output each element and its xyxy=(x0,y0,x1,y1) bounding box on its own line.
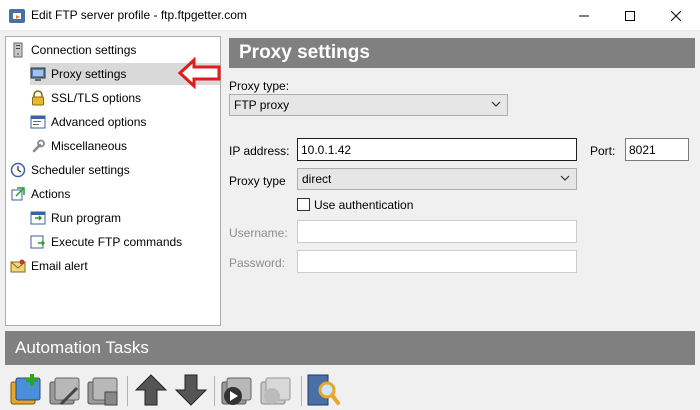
edit-task-icon[interactable] xyxy=(47,372,83,408)
window-title: Edit FTP server profile - ftp.ftpgetter.… xyxy=(31,8,247,22)
tree-item-label: Actions xyxy=(31,187,71,201)
tree-item-label: Miscellaneous xyxy=(51,139,128,153)
tree-item-label: Scheduler settings xyxy=(31,163,130,177)
run-task-icon[interactable] xyxy=(219,372,255,408)
toolbar-separator xyxy=(127,376,128,406)
actions-icon xyxy=(11,187,25,201)
automation-tasks-header: Automation Tasks xyxy=(5,331,695,365)
password-input[interactable] xyxy=(297,250,577,273)
automation-toolbar xyxy=(5,368,695,410)
username-label: Username: xyxy=(229,226,288,240)
close-button[interactable] xyxy=(653,0,699,31)
run-program-icon xyxy=(30,211,46,225)
tree-item-run-program[interactable]: Run program xyxy=(30,207,121,229)
tree-item-label: Proxy settings xyxy=(51,67,127,81)
chevron-down-icon xyxy=(560,175,570,181)
lock-icon xyxy=(32,90,44,106)
proxy-type-label: Proxy type: xyxy=(229,79,290,93)
tree-item-execute-ftp-commands[interactable]: Execute FTP commands xyxy=(30,231,182,253)
clock-icon xyxy=(10,162,26,178)
monitor-icon xyxy=(30,67,46,81)
tree-item-label: Email alert xyxy=(31,259,88,273)
ip-address-input[interactable] xyxy=(297,138,577,161)
proxy-type-value: FTP proxy xyxy=(234,98,290,112)
port-label: Port: xyxy=(590,144,616,158)
move-up-icon[interactable] xyxy=(133,372,169,408)
password-label: Password: xyxy=(229,256,286,270)
server-icon xyxy=(13,42,23,58)
view-log-icon[interactable] xyxy=(305,372,341,408)
email-alert-icon xyxy=(10,259,26,273)
tree-item-email-alert[interactable]: Email alert xyxy=(10,255,88,277)
proxy-type-2-select[interactable]: direct xyxy=(297,168,577,190)
wrench-icon xyxy=(32,139,45,153)
tree-item-miscellaneous[interactable]: Miscellaneous xyxy=(30,135,127,157)
close-icon xyxy=(671,10,681,21)
execute-commands-icon xyxy=(30,235,46,249)
username-input[interactable] xyxy=(297,220,577,243)
ip-address-label: IP address: xyxy=(229,144,290,158)
port-input[interactable] xyxy=(625,138,689,161)
tree-item-label: Execute FTP commands xyxy=(51,235,183,249)
tree-item-label: Run program xyxy=(51,211,122,225)
options-window-icon xyxy=(30,115,46,129)
app-icon xyxy=(9,9,25,23)
tree-item-scheduler-settings[interactable]: Scheduler settings xyxy=(10,159,130,181)
red-arrow-icon xyxy=(178,57,221,89)
maximize-icon xyxy=(625,10,635,21)
add-task-icon[interactable] xyxy=(8,372,44,408)
minimize-button[interactable] xyxy=(561,0,607,31)
proxy-type-2-label: Proxy type xyxy=(229,174,286,188)
stop-task-icon[interactable] xyxy=(258,372,294,408)
chevron-down-icon xyxy=(491,101,501,107)
tree-item-ssl-tls-options[interactable]: SSL/TLS options xyxy=(30,87,141,109)
use-authentication-checkbox[interactable] xyxy=(297,198,310,211)
tree-item-connection-settings[interactable]: Connection settings xyxy=(10,39,136,61)
title-bar: Edit FTP server profile - ftp.ftpgetter.… xyxy=(0,0,700,31)
panel-title: Proxy settings xyxy=(229,38,695,68)
proxy-type-2-value: direct xyxy=(302,172,332,186)
delete-task-icon[interactable] xyxy=(85,372,121,408)
maximize-button[interactable] xyxy=(607,0,653,31)
tree-item-label: Advanced options xyxy=(51,115,147,129)
proxy-type-select[interactable]: FTP proxy xyxy=(229,94,508,116)
tree-item-actions[interactable]: Actions xyxy=(10,183,70,205)
tree-item-label: SSL/TLS options xyxy=(51,91,142,105)
tree-item-label: Connection settings xyxy=(31,43,137,57)
use-authentication-label: Use authentication xyxy=(314,198,414,212)
move-down-icon[interactable] xyxy=(173,372,209,408)
tree-item-advanced-options[interactable]: Advanced options xyxy=(30,111,146,133)
toolbar-separator xyxy=(301,376,302,406)
minimize-icon xyxy=(579,15,589,16)
toolbar-separator xyxy=(214,376,215,406)
